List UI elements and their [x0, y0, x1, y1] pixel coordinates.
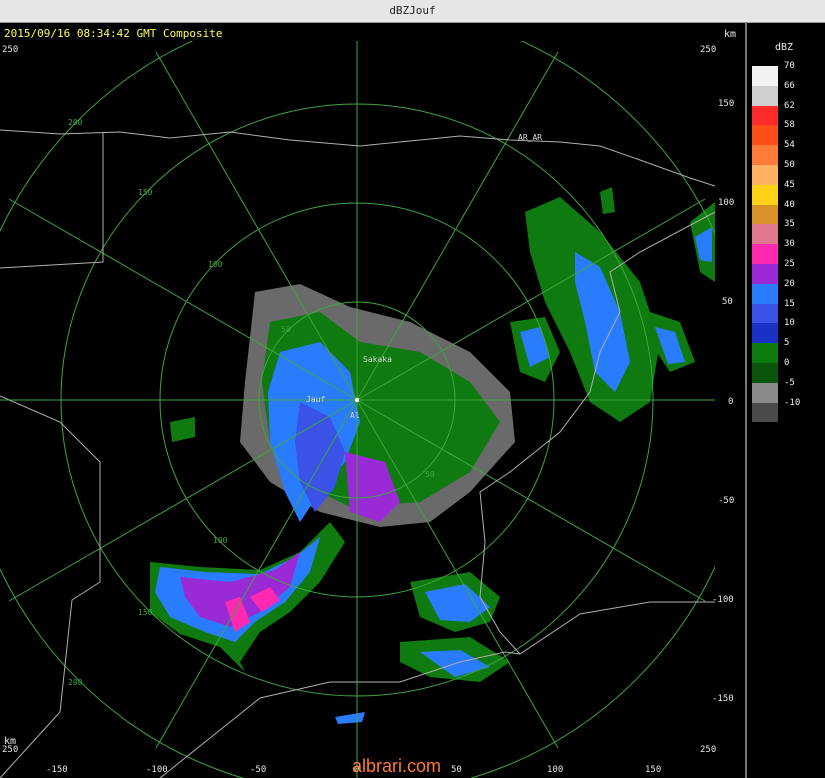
radar-display[interactable]: 50 100 150 200 50 100 150 200 Al Jauf Sa… — [0, 22, 745, 778]
legend-divider — [745, 22, 747, 778]
y-axis: 150 100 50 0 -50 -100 -150 — [712, 99, 734, 704]
legend-swatch — [752, 105, 778, 126]
legend-label: 66 — [784, 80, 795, 91]
legend-swatch — [752, 66, 778, 86]
radar-site-marker — [355, 398, 359, 402]
legend-label: 58 — [784, 120, 795, 131]
town-label-jauf: Jauf — [306, 395, 325, 404]
legend-swatch — [752, 263, 778, 284]
legend-label: 10 — [784, 318, 795, 329]
legend-swatch — [752, 303, 778, 324]
legend-label: 5 — [784, 338, 790, 349]
legend-label: 20 — [784, 278, 795, 289]
corner-label: 250 — [2, 745, 18, 755]
azimuth-lines — [0, 41, 715, 778]
legend-title: dBZ — [775, 42, 794, 53]
legend-label: 25 — [784, 258, 795, 269]
legend-label: 70 — [784, 61, 795, 71]
legend-label: 50 — [784, 159, 795, 170]
legend-swatch — [752, 382, 778, 403]
region-label: AR_AR — [518, 133, 542, 142]
x-tick-label: 50 — [451, 765, 462, 775]
x-tick-label: -100 — [146, 765, 168, 775]
y-tick-label: 100 — [718, 198, 734, 208]
corner-label: 250 — [700, 745, 716, 755]
legend-label: 15 — [784, 298, 795, 309]
legend-label: 35 — [784, 219, 795, 230]
legend-swatch — [752, 184, 778, 205]
legend-swatch — [752, 283, 778, 304]
x-tick-label: 150 — [645, 765, 661, 775]
y-tick-label: -100 — [712, 595, 734, 605]
y-tick-label: -150 — [712, 694, 734, 704]
town-label-sakaka: Sakaka — [363, 355, 392, 364]
legend-label: 54 — [784, 140, 795, 151]
y-tick-label: 0 — [728, 397, 733, 407]
legend-entry: -10 — [752, 398, 822, 423]
corner-label: 250 — [2, 45, 18, 55]
legend-swatch — [752, 85, 778, 106]
corner-label: 250 — [700, 45, 716, 55]
y-tick-label: -50 — [718, 496, 734, 506]
ring-label-100-sw: 100 — [213, 536, 228, 545]
radar-site-label: Al — [350, 411, 360, 420]
legend-label: -10 — [784, 397, 801, 408]
ring-label-50-se: 50 — [425, 470, 435, 479]
ring-label-150: 150 — [138, 188, 153, 197]
legend-swatch — [752, 244, 778, 264]
dbz-color-legend: 70 66 62 58 54 50 45 40 35 30 25 20 15 10 5 0 -5 -10 — [752, 61, 822, 423]
ring-label-150-sw: 150 — [138, 608, 153, 617]
ring-label-100: 100 — [208, 260, 223, 269]
legend-label: 40 — [784, 199, 795, 210]
legend-label: 0 — [784, 357, 790, 368]
legend-swatch — [752, 125, 778, 146]
y-tick-label: 50 — [722, 297, 733, 307]
legend-swatch — [752, 323, 778, 344]
window-title: dBZJouf — [389, 4, 436, 17]
legend-swatch — [752, 164, 778, 185]
x-tick-label: -150 — [46, 765, 68, 775]
legend-label: -5 — [784, 377, 795, 388]
legend-swatch — [752, 145, 778, 165]
x-tick-label: 100 — [547, 765, 563, 775]
ring-label-50: 50 — [281, 325, 291, 334]
legend-label: 45 — [784, 179, 795, 190]
ring-label-200: 200 — [68, 118, 83, 127]
legend-swatch — [752, 204, 778, 225]
watermark: albrari.com — [352, 756, 442, 776]
x-tick-label: -50 — [250, 765, 266, 775]
legend-label: 62 — [784, 100, 795, 111]
ring-label-200-sw: 200 — [68, 678, 83, 687]
precipitation-echoes — [150, 187, 715, 724]
legend-swatch — [752, 362, 778, 383]
legend-swatch — [752, 402, 778, 423]
legend-label: 30 — [784, 239, 795, 250]
legend-swatch — [752, 343, 778, 363]
window-title-bar: dBZJouf — [0, 0, 825, 23]
y-tick-label: 150 — [718, 99, 734, 109]
radar-plot-area — [0, 41, 715, 778]
legend-swatch — [752, 224, 778, 245]
